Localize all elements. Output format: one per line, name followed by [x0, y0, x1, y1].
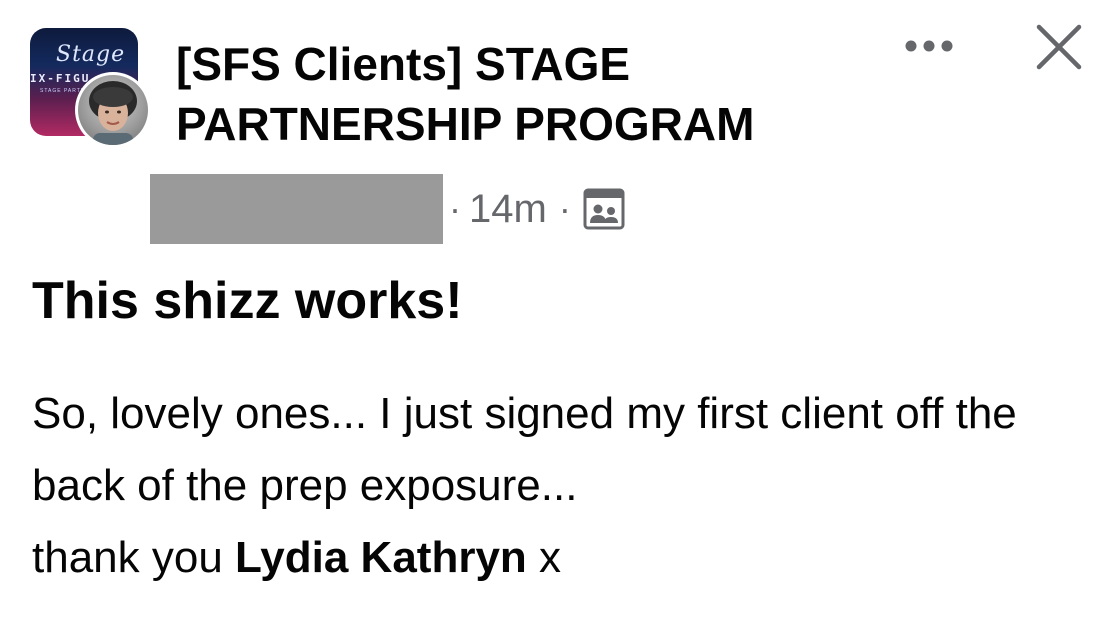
post-title: This shizz works!	[32, 272, 463, 330]
meta-separator: ·	[558, 188, 571, 229]
more-options-button[interactable]	[896, 26, 962, 66]
author-photo-illustration	[89, 81, 137, 145]
group-logo-strap: IX-FIGU	[30, 72, 91, 85]
post-timestamp[interactable]: 14m	[469, 187, 547, 232]
author-name-redacted[interactable]	[150, 174, 443, 244]
post-body-text: So, lovely ones... I just signed my firs…	[32, 389, 1017, 510]
group-logo-script: Stage	[56, 42, 126, 67]
user-mention-link[interactable]: Lydia Kathryn	[235, 533, 527, 582]
more-options-icon	[905, 40, 953, 52]
post-thanks-prefix: thank you	[32, 533, 223, 582]
post-body: So, lovely ones... I just signed my firs…	[32, 378, 1082, 594]
close-button[interactable]	[1026, 16, 1092, 78]
close-icon	[1036, 24, 1082, 70]
author-avatar[interactable]	[75, 72, 151, 148]
post-meta-row: · 14m ·	[150, 174, 625, 244]
group-members-icon[interactable]	[583, 188, 625, 230]
author-photo	[78, 75, 148, 145]
group-name-link[interactable]: [SFS Clients] STAGE PARTNERSHIP PROGRAM	[176, 34, 876, 154]
post-thanks-suffix: x	[539, 533, 562, 582]
meta-separator: ·	[449, 188, 461, 229]
